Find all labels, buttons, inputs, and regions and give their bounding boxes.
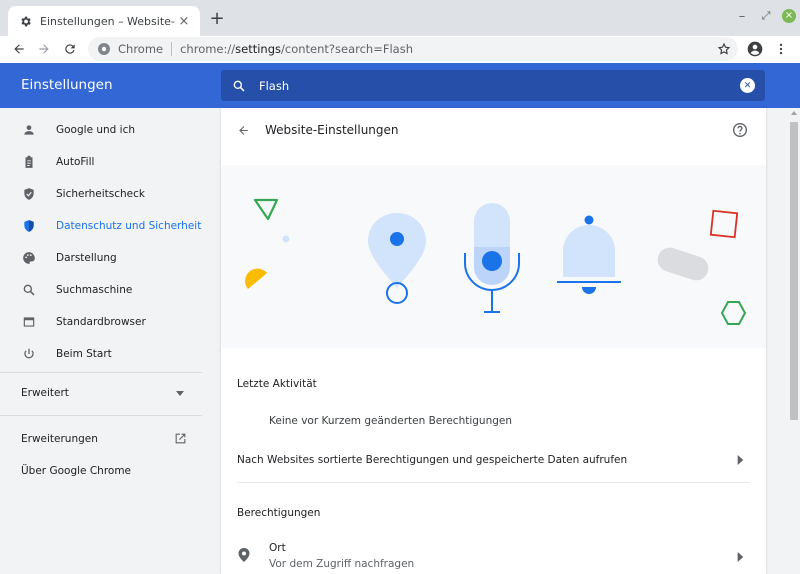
sidebar-item-privacy[interactable]: Datenschutz und Sicherheit — [0, 210, 221, 242]
scrollbar-thumb[interactable] — [790, 122, 798, 420]
sidebar-item-label: Suchmaschine — [56, 284, 133, 296]
clipboard-icon — [21, 154, 37, 170]
tab-close-icon[interactable]: × — [176, 13, 192, 29]
bell-icon — [557, 215, 621, 294]
tab-title: Einstellungen – Website-Einste — [40, 14, 176, 28]
minimize-button[interactable]: – — [734, 8, 750, 24]
reload-icon — [65, 44, 75, 54]
gear-icon — [18, 14, 32, 28]
search-icon — [231, 78, 247, 94]
sidebar-item-appearance[interactable]: Darstellung — [0, 242, 221, 274]
shield-icon — [21, 218, 37, 234]
no-recent-permissions: Keine vor Kurzem geänderten Berechtigung… — [269, 415, 513, 427]
search-icon — [21, 282, 37, 298]
recent-activity-heading: Letzte Aktivität — [237, 378, 317, 390]
new-tab-button[interactable]: + — [207, 8, 227, 29]
omnibox-separator — [171, 42, 173, 56]
hexagon-shape — [720, 301, 747, 325]
forward-button[interactable] — [33, 38, 55, 60]
close-window-button[interactable]: × — [781, 8, 797, 24]
sidebar-item-label: AutoFill — [56, 156, 95, 168]
card-title: Website-Einstellungen — [265, 123, 399, 137]
url-text: chrome://settings/content?search=Flash — [180, 42, 413, 56]
browser-icon — [21, 314, 37, 330]
settings-search[interactable]: ✕ — [221, 70, 765, 101]
sidebar-divider — [0, 372, 202, 373]
sidebar-divider — [0, 415, 202, 416]
sidebar-item-people[interactable]: Google und ich — [0, 114, 221, 146]
site-settings-card: Website-Einstellungen Letzte Aktivität K… — [221, 108, 766, 574]
power-icon — [21, 346, 37, 362]
arrow-right-icon — [39, 44, 49, 54]
view-permissions-label: Nach Websites sortierte Berechtigungen u… — [237, 454, 628, 466]
open-in-new-icon[interactable] — [174, 432, 187, 445]
chevron-right-icon — [737, 552, 744, 562]
sidebar-item-default-browser[interactable]: Standardbrowser — [0, 306, 221, 338]
account-icon — [747, 41, 763, 57]
sidebar-item-autofill[interactable]: AutoFill — [0, 146, 221, 178]
pill-shape — [657, 247, 709, 281]
url-host: settings — [235, 42, 282, 56]
shield-check-icon — [21, 186, 37, 202]
bookmark-star-icon[interactable] — [714, 39, 734, 59]
browser-toolbar: Chrome chrome://settings/content?search=… — [0, 36, 800, 63]
sidebar-item-label: Darstellung — [56, 252, 117, 264]
menu-button[interactable] — [770, 38, 792, 60]
address-bar[interactable]: Chrome chrome://settings/content?search=… — [88, 37, 738, 61]
sidebar-extensions[interactable]: Erweiterungen — [21, 433, 98, 445]
arrow-left-icon — [14, 44, 24, 54]
sidebar-item-label: Beim Start — [56, 348, 112, 360]
site-settings-illustration — [221, 165, 766, 348]
chrome-icon — [98, 43, 110, 55]
square-shape — [709, 209, 739, 239]
reload-button[interactable] — [59, 38, 81, 60]
page-scrollbar[interactable] — [788, 108, 800, 574]
dot-shape — [282, 235, 290, 243]
more-vert-icon — [779, 43, 783, 55]
person-icon — [21, 122, 37, 138]
sidebar-item-safety-check[interactable]: Sicherheitscheck — [0, 178, 221, 210]
back-button[interactable] — [8, 38, 30, 60]
view-permissions-row[interactable]: Nach Websites sortierte Berechtigungen u… — [221, 440, 766, 480]
chevron-down-icon[interactable] — [176, 391, 184, 397]
permission-subtitle: Vor dem Zugriff nachfragen — [269, 558, 415, 570]
location-icon — [238, 548, 250, 562]
sidebar-item-label: Datenschutz und Sicherheit — [56, 220, 202, 232]
palette-icon — [21, 250, 37, 266]
url-prefix: chrome:// — [180, 42, 236, 56]
sidebar-item-label: Sicherheitscheck — [56, 188, 145, 200]
back-arrow-icon[interactable] — [235, 122, 251, 138]
location-pin-icon — [368, 213, 426, 304]
triangle-shape — [253, 198, 279, 221]
scroll-up-icon[interactable] — [791, 111, 797, 115]
half-circle-shape — [245, 268, 267, 289]
section-divider — [237, 482, 750, 483]
microphone-icon — [464, 203, 520, 313]
sidebar-item-on-startup[interactable]: Beim Start — [0, 338, 221, 370]
tab-strip: Einstellungen – Website-Einste × + – ⤢ × — [0, 0, 800, 36]
sidebar-item-label: Google und ich — [56, 124, 136, 136]
permissions-heading: Berechtigungen — [237, 507, 321, 519]
chevron-right-icon — [737, 455, 744, 465]
url-rest: /content?search=Flash — [281, 42, 413, 56]
maximize-button[interactable]: ⤢ — [758, 8, 774, 24]
permission-title: Ort — [269, 542, 286, 554]
sidebar: Google und ich AutoFill Sicherheitscheck… — [0, 108, 221, 574]
close-icon: × — [782, 9, 796, 23]
tab-settings[interactable]: Einstellungen – Website-Einste × — [8, 6, 200, 36]
profile-button[interactable] — [744, 38, 766, 60]
sidebar-advanced[interactable]: Erweitert — [21, 387, 69, 399]
settings-header: Einstellungen ✕ — [0, 63, 800, 108]
clear-search-icon[interactable]: ✕ — [740, 78, 755, 93]
permission-row-location[interactable]: Ort Vor dem Zugriff nachfragen — [221, 536, 766, 574]
help-icon[interactable] — [732, 122, 748, 138]
card-header: Website-Einstellungen — [221, 108, 766, 164]
page-title: Einstellungen — [21, 77, 113, 93]
site-label: Chrome — [118, 42, 164, 56]
sidebar-item-label: Standardbrowser — [56, 316, 146, 328]
sidebar-item-search-engine[interactable]: Suchmaschine — [0, 274, 221, 306]
sidebar-about-chrome[interactable]: Über Google Chrome — [21, 465, 131, 477]
search-input[interactable] — [259, 78, 699, 93]
